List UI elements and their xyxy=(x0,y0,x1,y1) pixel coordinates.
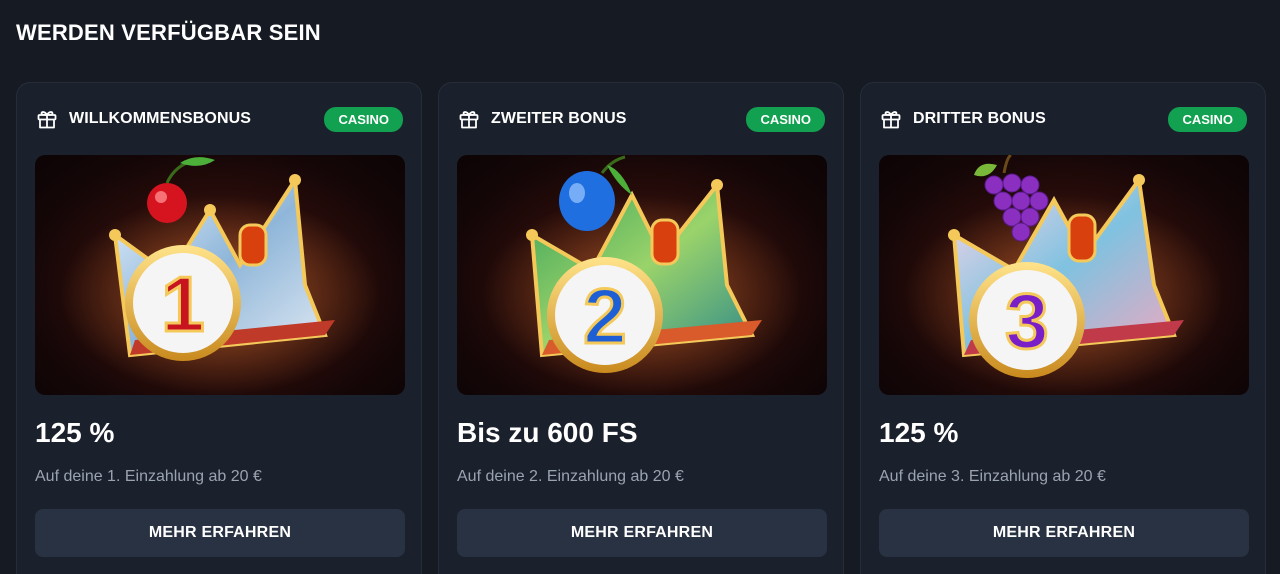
casino-badge: CASINO xyxy=(1168,106,1247,132)
bonus-amount: 125 % xyxy=(879,417,959,448)
card-title: ZWEITER BONUS xyxy=(491,110,627,127)
bonus-description: Auf deine 1. Einzahlung ab 20 € xyxy=(35,468,262,485)
bonus-cards: WILLKOMMENSBONUS CASINO 1 125 % Auf dein… xyxy=(16,82,1266,574)
card-title: DRITTER BONUS xyxy=(913,110,1046,127)
bonus-artwork-crown-3: 3 xyxy=(879,155,1249,395)
learn-more-button[interactable]: MEHR ERFAHREN xyxy=(457,509,827,557)
bonus-artwork-crown-1: 1 xyxy=(35,155,405,395)
artwork-number: 1 xyxy=(161,260,204,348)
artwork-number: 3 xyxy=(1005,277,1048,365)
gift-icon xyxy=(35,107,59,131)
card-header: DRITTER BONUS CASINO xyxy=(879,105,1247,133)
card-title: WILLKOMMENSBONUS xyxy=(69,110,252,127)
bonus-card-second: ZWEITER BONUS CASINO 2 Bis zu 600 FS Auf… xyxy=(438,82,844,574)
bonus-artwork-crown-2: 2 xyxy=(457,155,827,395)
bonus-amount: 125 % xyxy=(35,417,115,448)
learn-more-button[interactable]: MEHR ERFAHREN xyxy=(879,509,1249,557)
gift-icon xyxy=(457,107,481,131)
bonus-card-third: DRITTER BONUS CASINO 3 125 % Auf deine 3… xyxy=(860,82,1266,574)
casino-badge: CASINO xyxy=(324,106,403,132)
bonus-description: Auf deine 3. Einzahlung ab 20 € xyxy=(879,468,1106,485)
card-header: ZWEITER BONUS CASINO xyxy=(457,105,825,133)
bonus-page: WERDEN VERFÜGBAR SEIN WILLKOMMENSBONUS C… xyxy=(0,0,1280,574)
bonus-card-welcome: WILLKOMMENSBONUS CASINO 1 125 % Auf dein… xyxy=(16,82,422,574)
card-header: WILLKOMMENSBONUS CASINO xyxy=(35,105,403,133)
bonus-description: Auf deine 2. Einzahlung ab 20 € xyxy=(457,468,684,485)
bonus-amount: Bis zu 600 FS xyxy=(457,417,638,448)
casino-badge: CASINO xyxy=(746,106,825,132)
section-title: WERDEN VERFÜGBAR SEIN xyxy=(16,20,321,45)
learn-more-button[interactable]: MEHR ERFAHREN xyxy=(35,509,405,557)
gift-icon xyxy=(879,107,903,131)
artwork-number: 2 xyxy=(583,272,626,360)
